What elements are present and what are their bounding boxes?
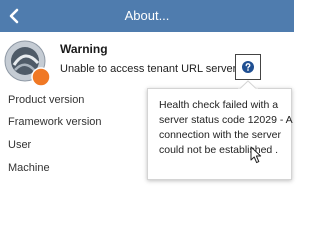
question-mark-icon <box>242 61 254 73</box>
machine-label: Machine <box>8 162 50 174</box>
title-bar: About... <box>0 0 294 32</box>
help-button[interactable] <box>235 54 261 80</box>
tooltip-text: Health check failed with a server status… <box>159 99 293 156</box>
tooltip-pointer <box>238 80 258 90</box>
framework-version-label: Framework version <box>8 116 102 128</box>
user-label: User <box>8 139 32 151</box>
warning-heading: Warning <box>60 42 108 56</box>
product-version-label: Product version <box>8 94 85 106</box>
error-tooltip: Health check failed with a server status… <box>147 88 292 180</box>
window-title: About... <box>124 8 170 23</box>
mouse-cursor-icon <box>250 146 262 164</box>
app-logo-icon <box>4 40 51 87</box>
warning-message: Unable to access tenant URL server. <box>60 63 239 75</box>
